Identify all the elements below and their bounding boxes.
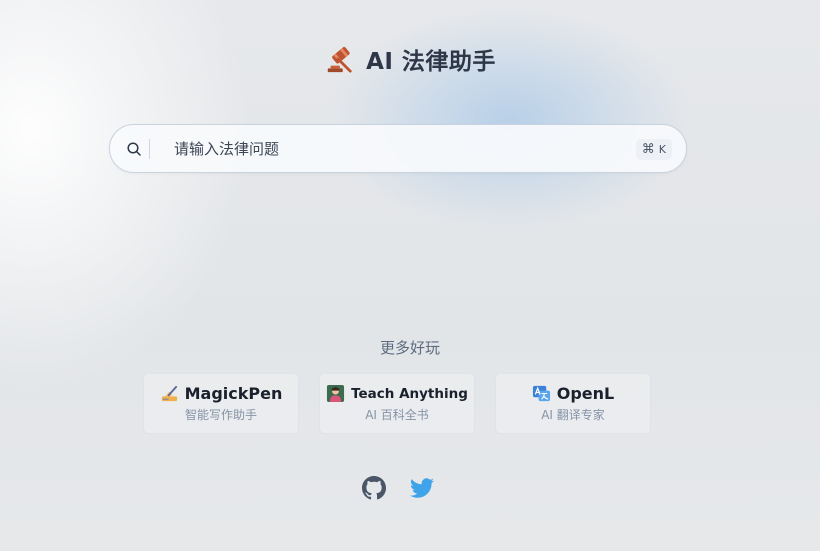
app-subtitle: AI 百科全书	[365, 408, 429, 422]
keyboard-shortcut-hint: ⌘ K	[635, 139, 672, 160]
twitter-link[interactable]	[410, 476, 434, 500]
translate-icon	[532, 385, 550, 402]
app-name: Teach Anything	[351, 385, 468, 402]
app-card-openl[interactable]: OpenL AI 翻译专家	[495, 373, 651, 434]
twitter-icon	[410, 478, 434, 498]
github-link[interactable]	[362, 476, 386, 500]
teacher-icon	[327, 384, 345, 403]
background	[0, 0, 820, 551]
search-input[interactable]	[174, 135, 614, 163]
app-card-magickpen[interactable]: MagickPen 智能写作助手	[143, 373, 299, 434]
shortcut-key-label: K	[658, 143, 666, 156]
more-apps-list: MagickPen 智能写作助手 Teach Anything AI 百科全书 …	[143, 373, 651, 434]
app-subtitle: 智能写作助手	[184, 408, 257, 422]
social-links	[362, 476, 434, 500]
app-name: OpenL	[556, 384, 615, 403]
search-divider	[149, 139, 150, 159]
github-icon	[362, 476, 386, 500]
gavel-icon	[327, 47, 352, 73]
app-subtitle: AI 翻译专家	[541, 408, 605, 422]
more-section-title: 更多好玩	[379, 339, 440, 357]
command-key-icon: ⌘	[641, 142, 655, 157]
search-icon	[127, 142, 141, 156]
app-name: MagickPen	[184, 384, 283, 403]
search-bar[interactable]: ⌘ K	[109, 124, 687, 173]
app-card-teach-anything[interactable]: Teach Anything AI 百科全书	[319, 373, 475, 434]
page-title: AI 法律助手	[366, 49, 496, 75]
writing-hand-icon	[161, 385, 177, 402]
page-header: AI 法律助手	[0, 42, 820, 76]
